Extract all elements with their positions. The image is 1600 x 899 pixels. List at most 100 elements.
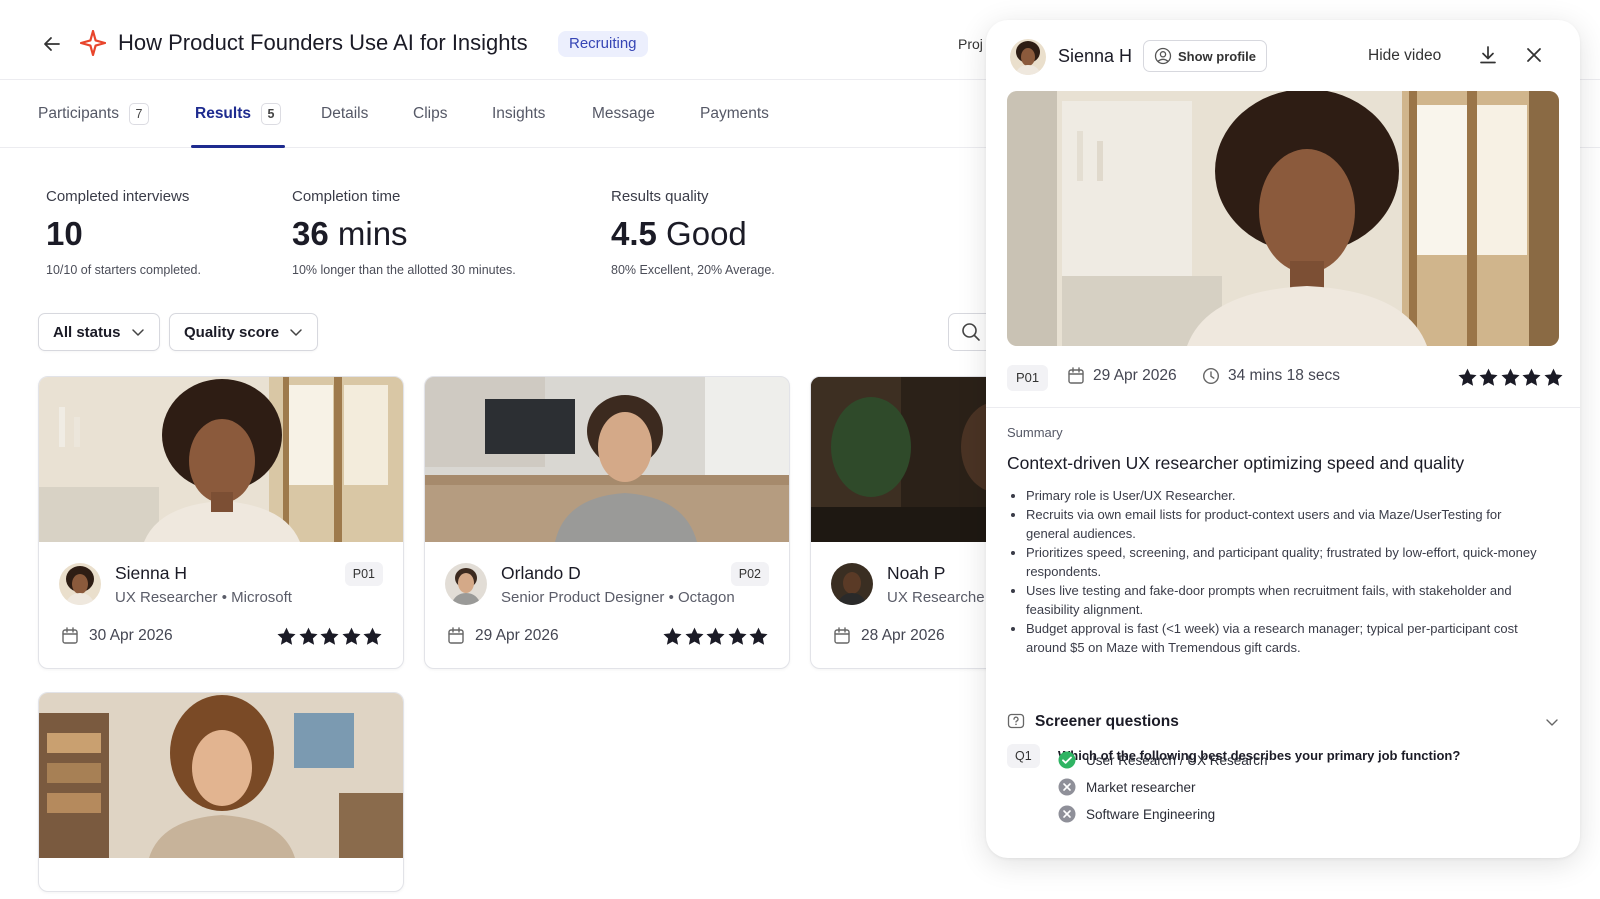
participant-card[interactable]: Sienna H UX Researcher • Microsoft P01 3…: [38, 376, 404, 669]
tab-label: Details: [321, 105, 369, 122]
summary-label: Summary: [1007, 425, 1063, 440]
page-title: How Product Founders Use AI for Insights: [118, 30, 528, 55]
stat-results-quality: Results quality 4.5 Good 80% Excellent, …: [611, 188, 775, 277]
star-icon: [1522, 368, 1541, 386]
participant-name: Orlando D: [501, 563, 581, 583]
tab-label: Message: [592, 105, 655, 122]
stat-number: 10: [46, 215, 83, 252]
hide-video-button[interactable]: Hide video: [1368, 47, 1441, 65]
calendar-icon: [834, 627, 850, 644]
question-number-badge: Q1: [1007, 744, 1040, 768]
star-icon: [363, 627, 382, 645]
star-icon: [1500, 368, 1520, 386]
option-label: Market researcher: [1086, 779, 1196, 795]
video-thumbnail[interactable]: [39, 693, 403, 858]
tab-count: 7: [128, 103, 149, 125]
star-icon: [663, 627, 682, 645]
date-text: 29 Apr 2026: [1093, 367, 1177, 384]
star-icon: [320, 627, 339, 645]
summary-list: Primary role is User/UX Researcher. Recr…: [1026, 486, 1546, 657]
stat-subtext: 10% longer than the allotted 30 minutes.: [292, 263, 516, 277]
close-icon[interactable]: [1525, 46, 1543, 69]
star-icon: [706, 627, 725, 645]
stat-value: 10: [46, 215, 201, 253]
date-text: 30 Apr 2026: [89, 627, 173, 644]
quality-filter-dropdown[interactable]: Quality score: [169, 313, 319, 351]
tab-payments[interactable]: Payments: [700, 80, 769, 148]
participant-name: Sienna H: [115, 563, 187, 583]
participant-card[interactable]: [38, 692, 404, 892]
check-circle-icon: [1058, 751, 1076, 769]
avatar: [831, 563, 873, 605]
participant-role: UX Researcher • Microsoft: [115, 589, 292, 606]
tab-participants[interactable]: Participants 7: [38, 80, 149, 148]
video-thumbnail[interactable]: [39, 377, 403, 542]
tab-label: Clips: [413, 105, 448, 122]
status-filter-label: All status: [53, 323, 121, 341]
avatar: [59, 563, 101, 605]
participant-code-badge: P02: [730, 562, 769, 586]
star-icon: [1457, 368, 1477, 386]
tab-details[interactable]: Details: [321, 80, 368, 148]
stat-label: Completed interviews: [46, 188, 190, 205]
stat-number: 4.5: [611, 215, 657, 252]
tab-insights[interactable]: Insights: [492, 80, 545, 148]
stat-subtext: 80% Excellent, 20% Average.: [611, 263, 775, 277]
tab-clips[interactable]: Clips: [413, 80, 447, 148]
summary-point: Recruits via own email lists for product…: [1026, 505, 1546, 543]
status-filter-dropdown[interactable]: All status: [38, 313, 160, 351]
stat-label: Completion time: [292, 188, 401, 205]
chevron-down-icon: [1546, 719, 1558, 726]
interview-date: 29 Apr 2026: [447, 627, 559, 645]
x-circle-icon: [1058, 805, 1076, 823]
calendar-icon: [62, 627, 78, 644]
download-icon[interactable]: [1478, 45, 1498, 70]
tab-label: Participants: [38, 105, 119, 122]
back-arrow-icon[interactable]: [40, 32, 64, 56]
show-profile-button[interactable]: Show profile: [1143, 40, 1267, 72]
chevron-down-icon: [131, 329, 144, 336]
video-thumbnail[interactable]: [425, 377, 789, 542]
quality-filter-label: Quality score: [184, 323, 280, 341]
screener-questions-toggle[interactable]: Screener questions: [1007, 709, 1559, 735]
option-label: Software Engineering: [1086, 806, 1216, 822]
star-icon: [684, 627, 704, 645]
calendar-icon: [448, 627, 464, 644]
calendar-icon: [1068, 367, 1084, 384]
duration-text: 34 mins 18 secs: [1228, 367, 1340, 384]
clock-icon: [1202, 367, 1220, 385]
interview-date: 30 Apr 2026: [61, 627, 173, 645]
tab-results[interactable]: Results 5: [191, 80, 285, 148]
participant-code-badge: P01: [344, 562, 383, 586]
star-icon: [277, 627, 296, 645]
tab-message[interactable]: Message: [592, 80, 655, 148]
video-player[interactable]: [1007, 91, 1559, 346]
star-icon: [298, 627, 318, 645]
status-badge: Recruiting: [558, 31, 648, 57]
star-icon: [749, 627, 768, 645]
participant-name: Noah P: [887, 563, 946, 583]
summary-point: Budget approval is fast (<1 week) via a …: [1026, 619, 1546, 657]
project-label[interactable]: Proj: [958, 36, 983, 52]
show-profile-label: Show profile: [1178, 48, 1256, 64]
avatar: [1010, 39, 1046, 75]
stat-number: 36: [292, 215, 329, 252]
stat-unit: Good: [656, 215, 747, 252]
summary-title: Context-driven UX researcher optimizing …: [1007, 453, 1465, 473]
screener-title: Screener questions: [1035, 713, 1179, 730]
interview-duration: 34 mins 18 secs: [1202, 367, 1340, 385]
summary-point: Prioritizes speed, screening, and partic…: [1026, 543, 1546, 581]
date-text: 29 Apr 2026: [475, 627, 559, 644]
user-circle-icon: [1154, 47, 1172, 65]
star-icon: [727, 627, 747, 645]
participant-role: UX Researche: [887, 589, 985, 606]
question-bubble-icon: [1007, 713, 1025, 729]
participant-detail-panel: Sienna H Show profile Hide video P01 29 …: [986, 20, 1580, 858]
panel-participant-name: Sienna H: [1058, 46, 1133, 66]
star-icon: [341, 627, 361, 645]
stat-completed-interviews: Completed interviews 10 10/10 of starter…: [46, 188, 201, 277]
avatar: [445, 563, 487, 605]
summary-point: Uses live testing and fake-door prompts …: [1026, 581, 1546, 619]
participant-card[interactable]: Orlando D Senior Product Designer • Octa…: [424, 376, 790, 669]
stat-value: 36 mins: [292, 215, 516, 253]
